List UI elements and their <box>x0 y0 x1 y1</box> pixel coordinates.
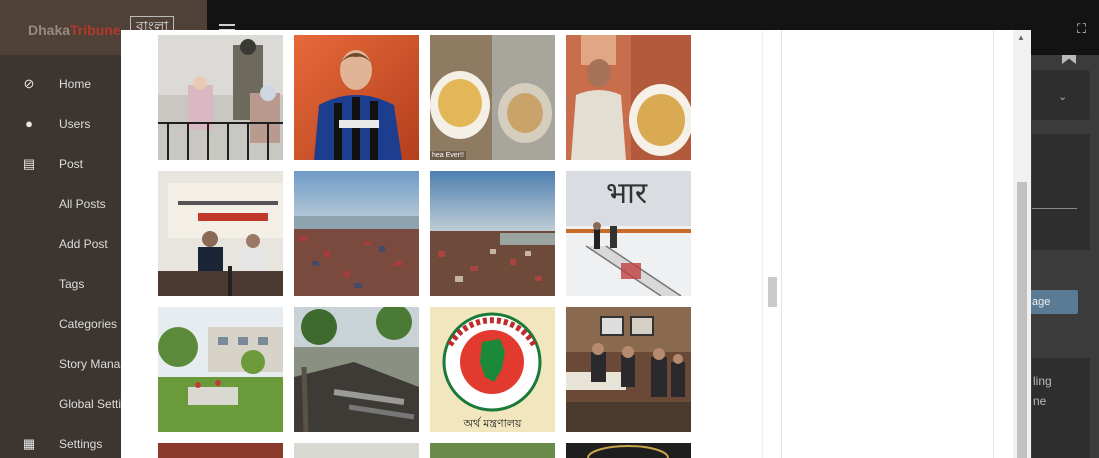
media-tile-garden-building-photo[interactable] <box>158 307 283 432</box>
background-card <box>1032 358 1090 458</box>
media-tile-footballer-photo[interactable] <box>294 35 419 160</box>
sidebar-item-label: All Posts <box>59 197 106 211</box>
media-tile-wedding-food-photo[interactable] <box>566 35 691 160</box>
media-tile[interactable] <box>158 443 283 458</box>
gallery-scroll-handle[interactable] <box>768 277 777 307</box>
scroll-up-arrow-icon[interactable]: ▲ <box>1017 33 1025 42</box>
sidebar-item-label: Global Setti <box>59 397 121 411</box>
media-tile[interactable] <box>566 443 691 458</box>
media-tile-caption: hea Ever!! <box>430 151 466 160</box>
chevron-down-icon[interactable]: ⌄ <box>1058 90 1067 103</box>
media-details-panel <box>781 30 994 458</box>
media-tile-detention-photo[interactable] <box>158 35 283 160</box>
media-tile-press-briefing-photo[interactable] <box>158 171 283 296</box>
user-icon: ● <box>25 116 33 131</box>
media-tile-food-bowl-photo[interactable]: hea Ever!! <box>430 35 555 160</box>
media-tile[interactable] <box>430 443 555 458</box>
media-tile-fire-damage-photo[interactable] <box>294 307 419 432</box>
background-image-button[interactable]: age <box>1030 290 1078 314</box>
sidebar-item-label: Add Post <box>59 237 108 251</box>
media-tile-crowd-beach-photo[interactable] <box>294 171 419 296</box>
media-tile[interactable] <box>294 443 419 458</box>
fullscreen-icon[interactable]: ⛶ <box>1077 22 1091 36</box>
sidebar-item-label: Tags <box>59 277 85 291</box>
media-tile-airplane-photo[interactable]: भार <box>566 171 691 296</box>
sidebar-item-label: Post <box>59 157 84 171</box>
divider <box>1032 208 1077 209</box>
post-icon: ▤ <box>22 156 36 171</box>
brand-logo-text: DhakaTribune <box>28 22 121 38</box>
sidebar-item-label: Home <box>59 77 92 91</box>
sidebar-item-label: Story Mana <box>59 357 121 371</box>
background-card <box>1032 134 1090 250</box>
seal-caption: অর্থ মন্ত্রণালয় <box>463 418 522 430</box>
sidebar-item-label: Categories <box>59 317 118 331</box>
grid-icon: ▦ <box>22 436 36 451</box>
background-text: ne <box>1033 394 1047 408</box>
modal-scrollbar-thumb[interactable] <box>1017 182 1027 458</box>
media-tile-award-ceremony-photo[interactable] <box>566 307 691 432</box>
background-text: ling <box>1033 374 1052 388</box>
sidebar-item-label: Users <box>59 117 91 131</box>
svg-text:भार: भार <box>606 176 648 211</box>
divider <box>762 30 763 458</box>
media-tile-crowd-shore-photo[interactable] <box>430 171 555 296</box>
sidebar-item-label: Settings <box>59 437 103 451</box>
compass-icon: ⊘ <box>23 76 35 91</box>
media-tile-finance-ministry-seal[interactable]: অর্থ মন্ত্রণালয় <box>430 307 555 432</box>
media-gallery-modal: hea Ever!! भार অর্থ মন্ত্রণালয় ▲ <box>121 30 1031 458</box>
